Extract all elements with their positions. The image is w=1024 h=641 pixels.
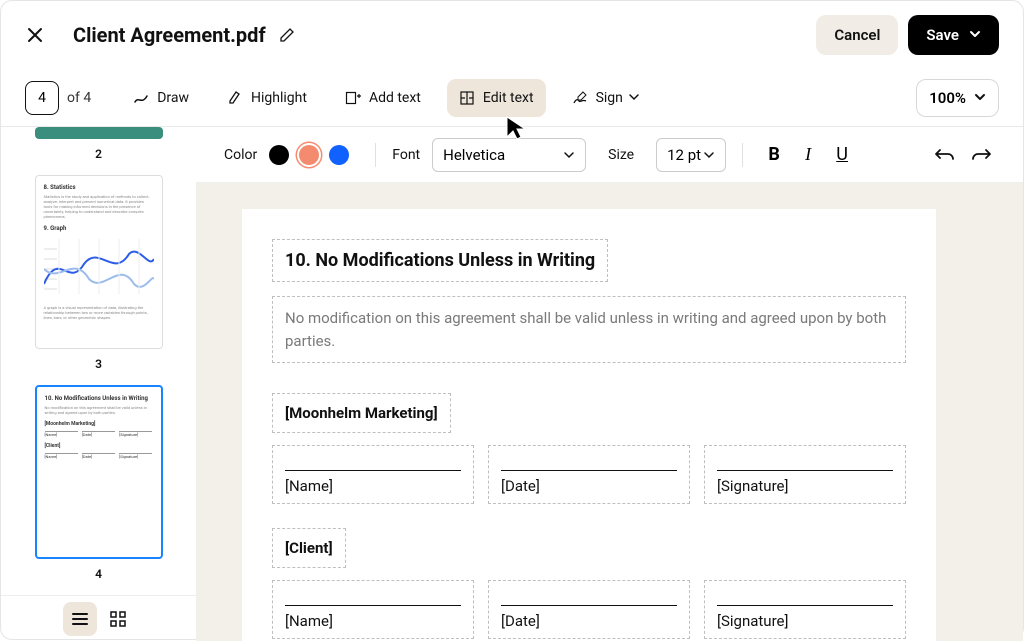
thumbnail-page-2-partial[interactable] (35, 127, 163, 139)
color-swatch-orange[interactable] (299, 145, 319, 165)
color-swatch-blue[interactable] (329, 145, 349, 165)
field-signature[interactable]: [Signature] (704, 445, 906, 504)
chevron-down-icon (563, 149, 575, 161)
chevron-down-icon (703, 149, 715, 161)
color-swatch-black[interactable] (269, 145, 289, 165)
thumbnail-label-2: 2 (95, 147, 102, 161)
edit-text-button[interactable]: Edit text (447, 79, 546, 117)
field-date[interactable]: [Date] (488, 445, 690, 504)
chevron-down-icon (969, 26, 981, 44)
chevron-down-icon (629, 90, 639, 106)
page-count-label: of 4 (67, 90, 91, 106)
sign-button[interactable]: Sign (560, 79, 651, 117)
cancel-button[interactable]: Cancel (816, 15, 898, 55)
font-select[interactable]: Helvetica (432, 138, 586, 172)
field-date[interactable]: [Date] (488, 580, 690, 639)
bold-button[interactable]: B (759, 140, 789, 170)
save-button[interactable]: Save (908, 15, 999, 55)
undo-button[interactable] (931, 141, 959, 169)
thumbnail-label-3: 3 (95, 357, 102, 371)
draw-icon (133, 90, 149, 106)
current-page-input[interactable]: 4 (25, 81, 59, 115)
document-title: Client Agreement.pdf (73, 23, 266, 47)
add-text-icon (345, 90, 361, 106)
thumbnail-page-3[interactable]: 8. Statistics Statistics is the study an… (35, 175, 163, 349)
format-bar: Color Font Helvetica Size 12 pt B I U (196, 127, 1023, 183)
document-page: 10. No Modifications Unless in Writing N… (242, 209, 936, 641)
highlight-icon (227, 90, 243, 106)
size-label: Size (608, 147, 634, 163)
chevron-down-icon (974, 89, 986, 107)
underline-button[interactable]: U (827, 140, 857, 170)
color-label: Color (224, 147, 257, 163)
draw-button[interactable]: Draw (121, 79, 201, 117)
rename-icon[interactable] (278, 26, 296, 44)
text-box-heading[interactable]: 10. No Modifications Unless in Writing (272, 239, 608, 282)
redo-button[interactable] (967, 141, 995, 169)
sign-icon (572, 90, 588, 106)
text-box-party2[interactable]: [Client] (272, 528, 346, 568)
edit-text-icon (459, 90, 475, 106)
text-box-paragraph[interactable]: No modification on this agreement shall … (272, 296, 906, 363)
field-name[interactable]: [Name] (272, 445, 474, 504)
add-text-button[interactable]: Add text (333, 79, 433, 117)
highlight-button[interactable]: Highlight (215, 79, 319, 117)
text-box-party1[interactable]: [Moonhelm Marketing] (272, 393, 451, 433)
save-button-label: Save (926, 26, 959, 44)
zoom-select[interactable]: 100% (916, 79, 999, 117)
thumbnail-page-4[interactable]: 10. No Modifications Unless in Writing N… (35, 385, 163, 559)
size-select[interactable]: 12 pt (656, 138, 726, 172)
font-label: Font (392, 147, 420, 163)
thumbnail-label-4: 4 (95, 567, 102, 581)
italic-button[interactable]: I (793, 140, 823, 170)
field-signature[interactable]: [Signature] (704, 580, 906, 639)
thumbnail-sidebar: 2 8. Statistics Statistics is the study … (1, 127, 196, 641)
view-grid-button[interactable] (101, 602, 135, 636)
close-icon[interactable] (25, 25, 45, 45)
field-name[interactable]: [Name] (272, 580, 474, 639)
thumbnail-chart-icon (44, 239, 154, 299)
view-list-button[interactable] (63, 602, 97, 636)
